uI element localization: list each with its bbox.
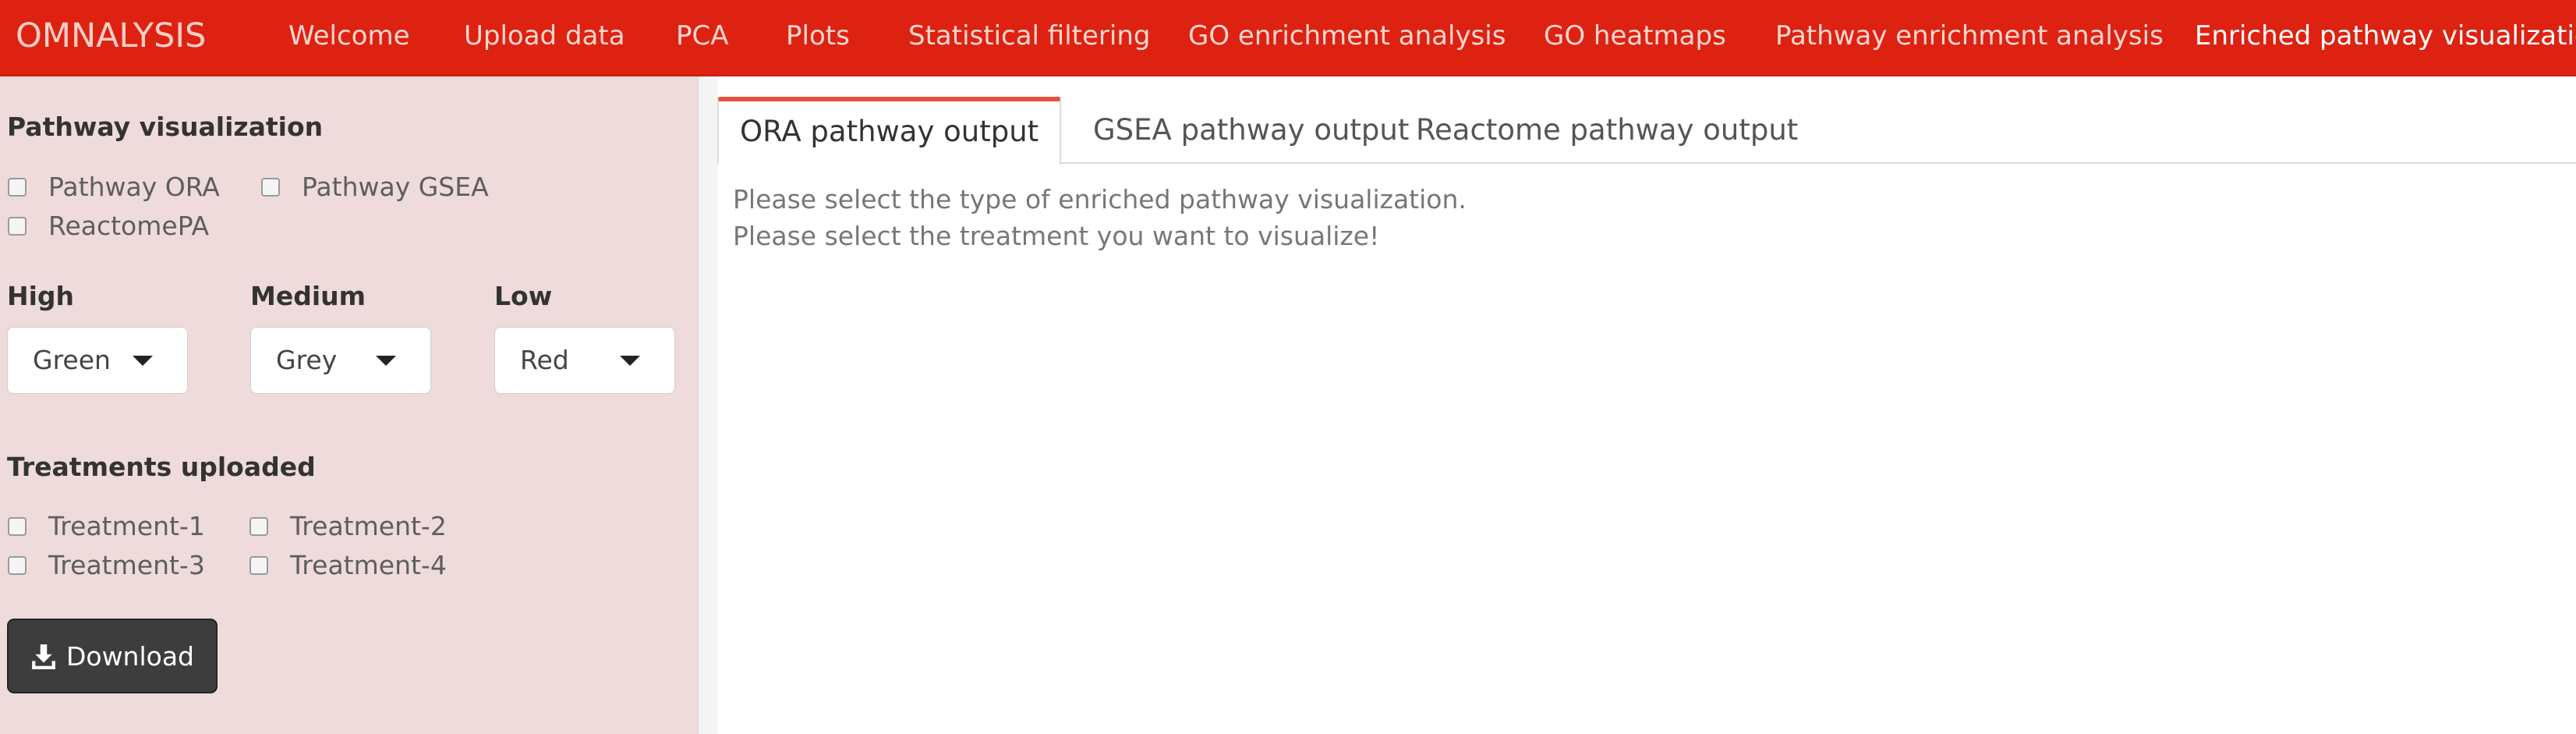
nav-pca[interactable]: PCA: [676, 0, 729, 75]
message-select-visualization: Please select the type of enriched pathw…: [733, 184, 1467, 215]
pathway-visualization-heading: Pathway visualization: [7, 112, 324, 142]
checkbox-box[interactable]: [261, 177, 280, 197]
select-value: Green: [33, 345, 111, 375]
checkbox-label: Treatment-1: [48, 511, 205, 541]
message-select-treatment: Please select the treatment you want to …: [733, 221, 1380, 251]
download-label: Download: [65, 640, 195, 672]
output-tabs: ORA pathway output GSEA pathway output R…: [717, 97, 2576, 165]
tab-ora-pathway-output[interactable]: ORA pathway output: [717, 97, 1062, 165]
low-color-select[interactable]: Red: [494, 327, 675, 394]
panel-divider: [699, 76, 717, 734]
nav-enriched-pathway-visualization[interactable]: Enriched pathway visualization: [2195, 0, 2576, 75]
checkbox-pathway-gsea[interactable]: Pathway GSEA: [261, 172, 489, 202]
sidebar-panel: Pathway visualization Pathway ORA Pathwa…: [0, 76, 699, 734]
checkbox-pathway-ora[interactable]: Pathway ORA: [8, 172, 220, 202]
checkbox-treatment-4[interactable]: Treatment-4: [249, 550, 447, 580]
checkbox-box[interactable]: [8, 177, 27, 197]
nav-statistical-filtering[interactable]: Statistical filtering: [908, 0, 1150, 75]
download-button[interactable]: Download: [7, 619, 218, 693]
checkbox-label: Treatment-3: [48, 550, 205, 580]
checkbox-label: Treatment-4: [290, 550, 447, 580]
checkbox-box[interactable]: [249, 516, 268, 536]
checkbox-treatment-1[interactable]: Treatment-1: [8, 511, 205, 541]
high-label: High: [7, 281, 75, 311]
tab-reactome-pathway-output[interactable]: Reactome pathway output: [1392, 97, 1821, 164]
top-navbar: OMNALYSIS Welcome Upload data PCA Plots …: [0, 0, 2576, 76]
tab-gsea-pathway-output[interactable]: GSEA pathway output: [1070, 97, 1432, 164]
nav-go-heatmaps[interactable]: GO heatmaps: [1544, 0, 1726, 75]
caret-down-icon: [620, 356, 640, 366]
checkbox-label: Treatment-2: [290, 511, 447, 541]
medium-color-select[interactable]: Grey: [250, 327, 431, 394]
checkbox-label: Pathway ORA: [48, 172, 220, 202]
checkbox-box[interactable]: [249, 555, 268, 575]
download-icon: [32, 644, 55, 669]
nav-go-enrichment-analysis[interactable]: GO enrichment analysis: [1188, 0, 1506, 75]
checkbox-treatment-3[interactable]: Treatment-3: [8, 550, 205, 580]
nav-upload-data[interactable]: Upload data: [464, 0, 625, 75]
treatments-uploaded-heading: Treatments uploaded: [7, 452, 316, 482]
high-color-select[interactable]: Green: [7, 327, 188, 394]
app-brand[interactable]: OMNALYSIS: [16, 0, 206, 75]
checkbox-label: Pathway GSEA: [302, 172, 489, 202]
low-label: Low: [494, 281, 553, 311]
main-panel: ORA pathway output GSEA pathway output R…: [717, 76, 2576, 734]
nav-plots[interactable]: Plots: [786, 0, 850, 75]
checkbox-box[interactable]: [8, 216, 27, 236]
select-value: Grey: [276, 345, 338, 375]
select-value: Red: [520, 345, 569, 375]
checkbox-label: ReactomePA: [48, 211, 210, 241]
checkbox-box[interactable]: [8, 516, 27, 536]
checkbox-treatment-2[interactable]: Treatment-2: [249, 511, 447, 541]
checkbox-reactomepa[interactable]: ReactomePA: [8, 211, 209, 241]
medium-label: Medium: [250, 281, 366, 311]
caret-down-icon: [133, 356, 153, 366]
nav-welcome[interactable]: Welcome: [288, 0, 410, 75]
caret-down-icon: [376, 356, 396, 366]
checkbox-box[interactable]: [8, 555, 27, 575]
nav-pathway-enrichment-analysis[interactable]: Pathway enrichment analysis: [1775, 0, 2164, 75]
